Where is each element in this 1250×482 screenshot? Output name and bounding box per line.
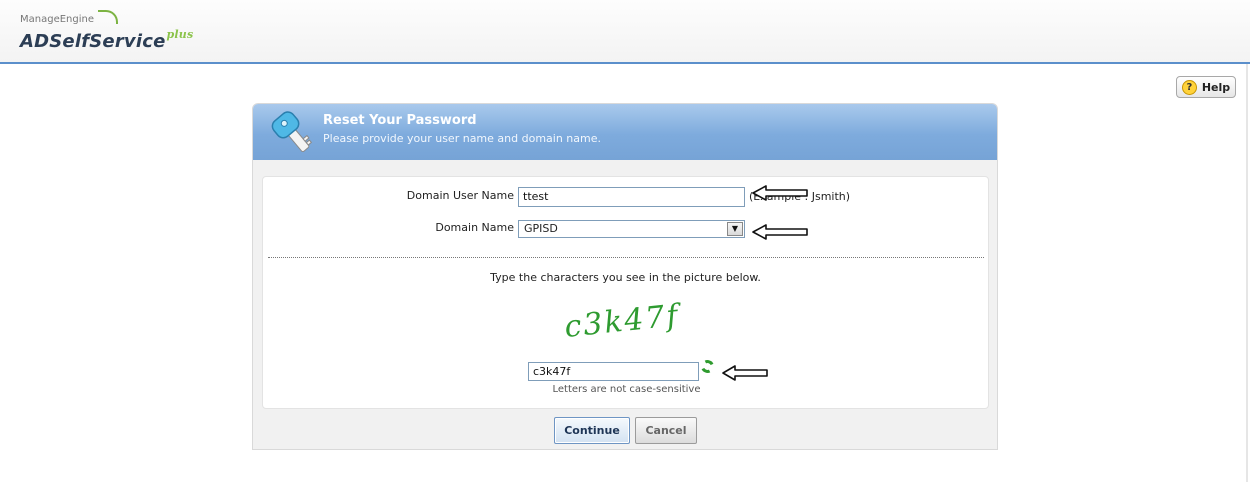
- left-arrow-icon: [722, 365, 768, 381]
- reset-password-panel: Reset Your Password Please provide your …: [252, 103, 998, 450]
- username-label: Domain User Name: [406, 189, 514, 202]
- captcha-text: c3k47f: [563, 298, 684, 345]
- adselfservice-logo: ManageEngine ADSelfServiceplus: [20, 10, 193, 52]
- key-icon: [271, 111, 313, 152]
- captcha-image: c3k47f: [547, 293, 697, 349]
- refresh-icon[interactable]: [699, 358, 716, 375]
- captcha-graphic: c3k47f: [563, 298, 684, 345]
- username-input[interactable]: ttest: [518, 187, 745, 207]
- continue-button[interactable]: Continue: [554, 417, 630, 444]
- left-arrow-icon: [752, 185, 808, 201]
- chevron-down-icon[interactable]: ▼: [727, 222, 743, 236]
- app-header: ManageEngine ADSelfServiceplus: [0, 0, 1250, 64]
- panel-title: Reset Your Password: [323, 113, 477, 128]
- help-question-icon: ?: [1181, 79, 1197, 95]
- help-label: Help: [1201, 80, 1231, 94]
- domain-selected-value: GPISD: [524, 222, 558, 235]
- logo-swoosh: [98, 10, 118, 24]
- captcha-instruction: Type the characters you see in the pictu…: [490, 271, 761, 284]
- domain-label: Domain Name: [435, 221, 514, 234]
- captcha-input[interactable]: c3k47f: [528, 362, 699, 381]
- panel-subtitle: Please provide your user name and domain…: [323, 132, 601, 145]
- captcha-hint: Letters are not case-sensitive: [552, 384, 701, 395]
- right-divider: [1246, 64, 1248, 482]
- reset-form: Domain User Name ttest (Example : Jsmith…: [262, 176, 989, 409]
- logo-product-name: ADSelfService: [20, 31, 166, 52]
- cancel-button[interactable]: Cancel: [635, 417, 697, 444]
- help-button[interactable]: ? Help: [1176, 76, 1236, 98]
- logo-plus: plus: [166, 28, 194, 41]
- logo-product: ADSelfServiceplus: [20, 25, 193, 52]
- form-divider: [268, 257, 984, 258]
- panel-header: Reset Your Password Please provide your …: [253, 104, 997, 160]
- domain-select[interactable]: GPISD ▼: [518, 220, 745, 238]
- left-arrow-icon: [752, 224, 808, 240]
